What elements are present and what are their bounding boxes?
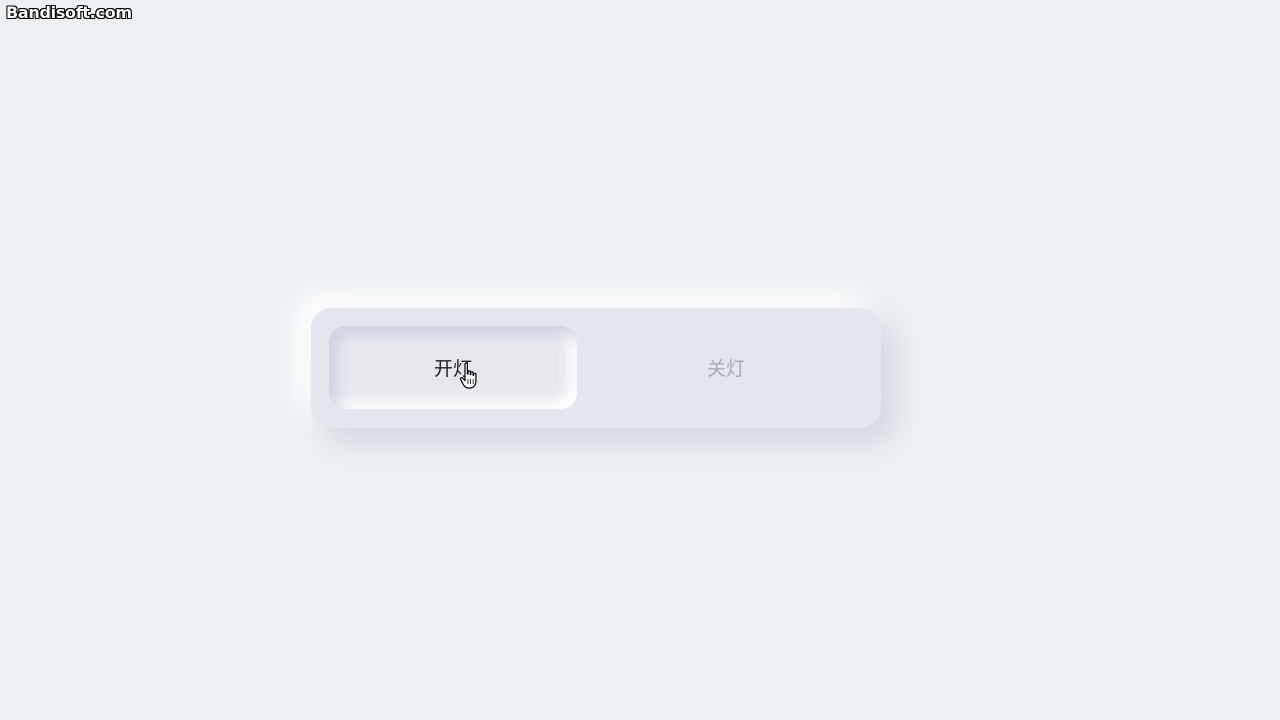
light-off-label: 关灯 [706,358,745,380]
light-toggle-panel: 开灯 关灯 [311,308,881,428]
watermark-text: Bandisoft.com [6,3,132,22]
light-on-button[interactable]: 开灯 [329,326,577,409]
light-on-label: 开灯 [433,358,472,380]
light-off-button[interactable]: 关灯 [602,326,850,409]
